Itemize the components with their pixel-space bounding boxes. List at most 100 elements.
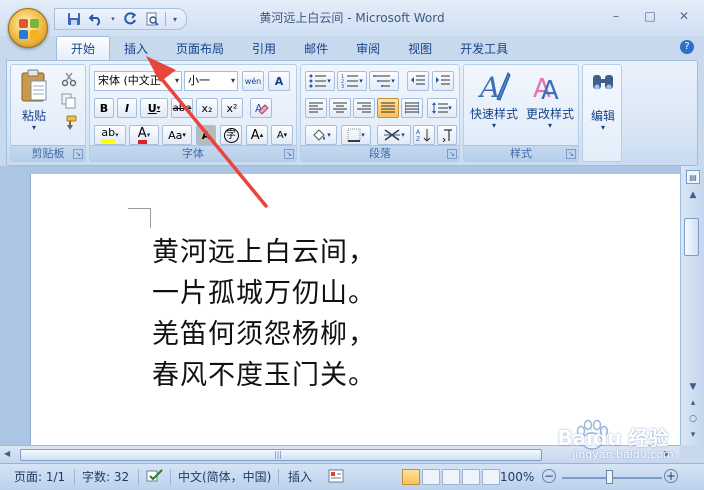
- vertical-scrollbar[interactable]: ▤ ▲ ▼ ▴ ○ ▾: [680, 166, 704, 445]
- chinese-layout-button[interactable]: ▾: [377, 125, 411, 145]
- tab-review[interactable]: 审阅: [342, 36, 394, 60]
- margin-crop-mark: [128, 208, 150, 209]
- vertical-scroll-thumb[interactable]: [684, 218, 699, 256]
- tab-insert[interactable]: 插入: [110, 36, 162, 60]
- window-controls: – □ ✕: [604, 6, 696, 26]
- chevron-down-icon: ▾: [230, 76, 235, 85]
- clear-formatting-button[interactable]: A: [250, 98, 272, 118]
- decrease-indent-button[interactable]: [407, 71, 429, 91]
- phonetic-guide-button[interactable]: wén: [242, 71, 264, 91]
- character-shading-icon: A: [201, 128, 211, 142]
- align-right-button[interactable]: [353, 98, 375, 118]
- numbering-icon: 123: [341, 74, 359, 88]
- font-name-combo[interactable]: 宋体 (中文正 ▾: [94, 71, 182, 91]
- editing-button[interactable]: 编辑 ▾: [585, 69, 621, 143]
- ruler-toggle-icon[interactable]: ▤: [686, 170, 700, 184]
- font-size-combo[interactable]: 小一 ▾: [184, 71, 238, 91]
- close-button[interactable]: ✕: [672, 6, 696, 26]
- language-status[interactable]: 中文(简体，中国): [178, 469, 271, 485]
- editing-group: 编辑 ▾: [582, 64, 622, 162]
- word-count[interactable]: 字数: 32: [82, 469, 129, 485]
- font-group: 宋体 (中文正 ▾ 小一 ▾ wén A B I U ▾ abe x₂ x² A…: [89, 64, 297, 162]
- minimize-button[interactable]: –: [604, 6, 628, 26]
- align-left-button[interactable]: [305, 98, 327, 118]
- change-styles-button[interactable]: A A 更改样式 ▾: [524, 69, 576, 143]
- borders-button[interactable]: ▾: [341, 125, 371, 145]
- line-spacing-button[interactable]: ▾: [427, 98, 457, 118]
- full-screen-reading-icon[interactable]: [422, 469, 440, 485]
- italic-button[interactable]: I: [117, 98, 137, 118]
- tab-page-layout[interactable]: 页面布局: [162, 36, 238, 60]
- tab-mailings[interactable]: 邮件: [290, 36, 342, 60]
- enclose-characters-button[interactable]: 字: [220, 125, 242, 145]
- tab-home[interactable]: 开始: [56, 36, 111, 60]
- strikethrough-button[interactable]: abe: [171, 98, 193, 118]
- zoom-level[interactable]: 100%: [500, 469, 534, 485]
- multilevel-list-icon: [373, 75, 391, 87]
- zoom-slider-thumb[interactable]: [606, 470, 613, 484]
- scroll-down-icon[interactable]: ▼: [686, 380, 700, 394]
- office-button[interactable]: [8, 8, 48, 48]
- change-case-button[interactable]: Aa ▾: [162, 125, 192, 145]
- paragraph-dialog-launcher[interactable]: ↘: [447, 149, 457, 159]
- scroll-left-icon[interactable]: ◀: [4, 449, 10, 458]
- copy-button[interactable]: [61, 93, 79, 109]
- zoom-in-icon[interactable]: +: [664, 469, 678, 483]
- tab-developer[interactable]: 开发工具: [446, 36, 522, 60]
- paste-button[interactable]: 粘贴 ▾: [17, 69, 51, 139]
- chevron-down-icon: ▾: [361, 131, 365, 139]
- tab-references[interactable]: 引用: [238, 36, 290, 60]
- previous-page-icon[interactable]: ▴: [686, 396, 700, 410]
- multilevel-list-button[interactable]: ▾: [369, 71, 399, 91]
- shrink-font-button[interactable]: A ▾: [271, 125, 293, 145]
- svg-text:A: A: [416, 129, 421, 136]
- bold-button[interactable]: B: [94, 98, 114, 118]
- draft-view-icon[interactable]: [482, 469, 500, 485]
- align-center-button[interactable]: [329, 98, 351, 118]
- borders-icon: [347, 128, 361, 142]
- tab-view[interactable]: 视图: [394, 36, 446, 60]
- font-color-button[interactable]: A ▾: [129, 125, 159, 145]
- increase-indent-button[interactable]: [432, 71, 454, 91]
- superscript-button[interactable]: x²: [221, 98, 243, 118]
- font-dialog-launcher[interactable]: ↘: [284, 149, 294, 159]
- sort-button[interactable]: AZ: [413, 125, 435, 145]
- title-bar: ▾ ▾ 黄河远上白云间 - Microsoft Word – □ ✕: [0, 0, 704, 36]
- subscript-button[interactable]: x₂: [196, 98, 218, 118]
- justify-button[interactable]: [377, 98, 399, 118]
- character-border-button[interactable]: A: [268, 71, 290, 91]
- chevron-down-icon: ▾: [146, 131, 151, 139]
- underline-button[interactable]: U ▾: [140, 98, 168, 118]
- print-layout-icon[interactable]: [402, 469, 420, 485]
- numbering-button[interactable]: 1 2 3 ▾: [337, 71, 367, 91]
- quick-styles-button[interactable]: A 快速样式 ▾: [468, 69, 520, 143]
- scroll-up-icon[interactable]: ▲: [686, 188, 700, 202]
- bullets-icon: [309, 74, 327, 88]
- shading-button[interactable]: ▾: [305, 125, 337, 145]
- chevron-down-icon: ▾: [359, 77, 363, 85]
- align-right-icon: [357, 102, 371, 113]
- watermark: Baidu 经验 jingyan.baidu.com: [528, 414, 698, 464]
- character-shading-button[interactable]: A: [196, 125, 216, 145]
- increase-indent-icon: [436, 75, 450, 85]
- document-text[interactable]: 黄河远上白云间， 一片孤城万仞山。 羌笛何须怨杨柳， 春风不度玉门关。: [152, 232, 376, 396]
- help-icon[interactable]: ?: [680, 40, 694, 54]
- page-count[interactable]: 页面: 1/1: [14, 469, 65, 485]
- zoom-out-icon[interactable]: −: [542, 469, 556, 483]
- cut-button[interactable]: [61, 71, 79, 87]
- distributed-button[interactable]: [401, 98, 423, 118]
- proofing-status[interactable]: [146, 469, 164, 485]
- format-painter-button[interactable]: [61, 115, 79, 131]
- paint-bucket-icon: [313, 129, 326, 141]
- styles-dialog-launcher[interactable]: ↘: [566, 149, 576, 159]
- highlight-button[interactable]: ab ▾: [94, 125, 126, 145]
- show-marks-button[interactable]: [437, 125, 457, 145]
- insert-mode-status[interactable]: 插入: [288, 469, 312, 485]
- macro-recording-icon[interactable]: [328, 469, 344, 485]
- outline-view-icon[interactable]: [462, 469, 480, 485]
- maximize-button[interactable]: □: [638, 6, 662, 26]
- bullets-button[interactable]: ▾: [305, 71, 335, 91]
- web-layout-icon[interactable]: [442, 469, 460, 485]
- clipboard-dialog-launcher[interactable]: ↘: [73, 149, 83, 159]
- grow-font-button[interactable]: A ▴: [246, 125, 268, 145]
